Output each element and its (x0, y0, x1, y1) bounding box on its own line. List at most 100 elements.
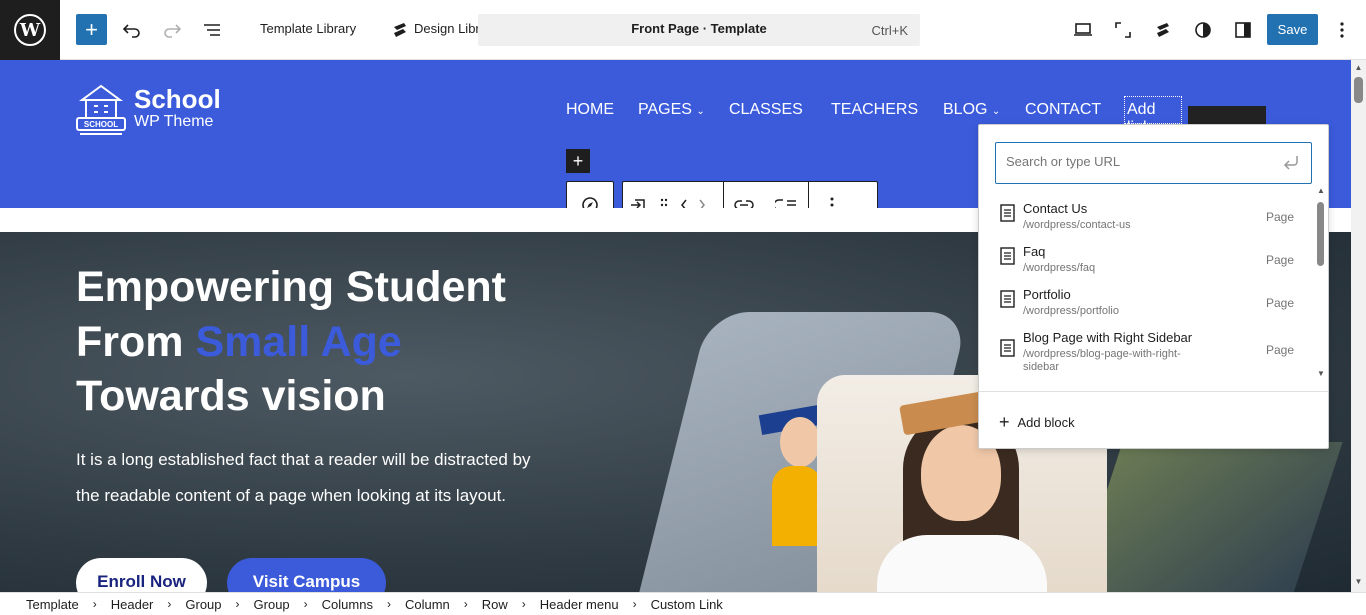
suggestion-url: /wordpress/contact-us (1023, 219, 1131, 231)
breadcrumb-item[interactable]: Group (254, 597, 290, 612)
breadcrumb-item[interactable]: Template (26, 597, 79, 612)
hero-paragraph-line-2[interactable]: the readable content of a page when look… (76, 486, 506, 506)
suggestion-url: /wordpress/blog-page-with-right-sidebar (1023, 348, 1181, 374)
add-block-label: Add block (1017, 415, 1075, 430)
canvas-scrollbar-thumb[interactable] (1354, 77, 1363, 103)
site-title[interactable]: School (134, 84, 221, 115)
page-icon (1000, 290, 1015, 308)
breadcrumb-item[interactable]: Header (111, 597, 154, 612)
scroll-up-arrow-icon[interactable]: ▲ (1354, 63, 1363, 72)
scroll-down-arrow-icon[interactable]: ▼ (1317, 369, 1325, 378)
breadcrumb-chevron-icon: › (303, 597, 308, 611)
hero-heading-accent: Small Age (195, 318, 402, 366)
breadcrumb-item[interactable]: Header menu (540, 597, 619, 612)
enroll-now-button[interactable]: Enroll Now (76, 558, 207, 592)
nav-item-contact[interactable]: CONTACT (1025, 101, 1101, 119)
hero-heading-line-2[interactable]: From Small Age (76, 321, 402, 364)
wordpress-logo-button[interactable]: W (0, 0, 60, 60)
nav-label: TEACHERS (831, 101, 919, 118)
hero-heading-line-1[interactable]: Empowering Student (76, 266, 506, 309)
wordpress-icon: W (14, 14, 46, 46)
breadcrumb-chevron-icon: › (521, 597, 526, 611)
command-shortcut: Ctrl+K (871, 23, 908, 38)
breadcrumb-chevron-icon: › (167, 597, 172, 611)
document-overview-button[interactable] (198, 14, 226, 46)
suggestion-type: Page (1265, 296, 1294, 310)
submit-enter-icon[interactable] (1281, 153, 1301, 173)
sidebar-icon (1235, 22, 1251, 38)
canvas-scrollbar[interactable] (1351, 60, 1366, 592)
nav-label: CONTACT (1025, 101, 1102, 118)
chevron-down-icon: ⌄ (991, 106, 1001, 117)
page-icon (1000, 247, 1015, 265)
nav-item-teachers[interactable]: TEACHERS (831, 101, 918, 119)
scroll-down-arrow-icon[interactable]: ▼ (1354, 577, 1363, 586)
template-library-link[interactable]: Template Library (260, 21, 356, 36)
breadcrumb-item[interactable]: Column (405, 597, 450, 612)
hero-heading-line-3[interactable]: Towards vision (76, 375, 386, 418)
settings-sidebar-button[interactable] (1230, 14, 1256, 46)
nav-item-home[interactable]: HOME (566, 101, 614, 119)
styles-button[interactable] (1190, 14, 1216, 46)
link-search-input[interactable] (1006, 154, 1266, 169)
more-vertical-icon (1340, 22, 1344, 38)
expand-icon (1115, 22, 1131, 38)
girl-shirt-image (877, 535, 1047, 592)
breadcrumb-item[interactable]: Columns (322, 597, 373, 612)
add-block-button[interactable]: + (76, 14, 107, 45)
stackable-icon (1157, 23, 1169, 37)
popover-scrollbar-thumb[interactable] (1317, 202, 1324, 266)
redo-icon (164, 24, 182, 38)
command-palette-bar[interactable]: Front Page · Template Ctrl+K (478, 14, 920, 46)
nav-label: CLASSES (729, 101, 803, 118)
link-search-field[interactable] (995, 142, 1312, 184)
suggestion-title: Portfolio (1023, 287, 1071, 302)
suggestion-item[interactable]: Contact Us /wordpress/contact-us Page (979, 194, 1314, 234)
plus-icon: + (999, 412, 1010, 432)
suggestion-type: Page (1265, 343, 1294, 357)
suggestion-url: /wordpress/faq (1023, 262, 1096, 274)
redo-button[interactable] (158, 14, 186, 46)
nav-label: PAGES (638, 101, 692, 118)
scroll-up-arrow-icon[interactable]: ▲ (1317, 186, 1325, 195)
nav-item-classes[interactable]: CLASSES (729, 101, 803, 119)
link-control-popover: Contact Us /wordpress/contact-us Page Fa… (978, 124, 1329, 449)
breadcrumb-chevron-icon: › (92, 597, 97, 611)
school-logo-icon: SCHOOL (76, 84, 126, 135)
hero-paragraph-line-1[interactable]: It is a long established fact that a rea… (76, 450, 531, 470)
suggestion-type: Page (1265, 210, 1294, 224)
nav-item-pages[interactable]: PAGES ⌄ (638, 101, 705, 119)
suggestion-item[interactable]: Portfolio /wordpress/portfolio Page (979, 280, 1314, 320)
undo-icon (122, 24, 140, 38)
suggestion-item[interactable]: Faq /wordpress/faq Page (979, 237, 1314, 277)
popover-divider (979, 391, 1328, 392)
nav-label: HOME (566, 101, 614, 118)
breadcrumb-chevron-icon: › (386, 597, 391, 611)
breadcrumb-item[interactable]: Group (185, 597, 221, 612)
inserter-button[interactable]: + (566, 149, 590, 173)
undo-button[interactable] (118, 14, 146, 46)
breadcrumb-chevron-icon: › (463, 597, 468, 611)
editor-toolbar: W + Template Library Design Library Fron… (0, 0, 1366, 60)
visit-campus-button[interactable]: Visit Campus (227, 558, 386, 592)
fullscreen-button[interactable] (1110, 14, 1136, 46)
page-icon (1000, 204, 1015, 222)
chevron-down-icon: ⌄ (696, 106, 705, 117)
save-button[interactable]: Save (1267, 14, 1318, 45)
stackable-settings-button[interactable] (1150, 14, 1176, 46)
design-library-logo (388, 14, 412, 46)
breadcrumb-item[interactable]: Custom Link (651, 597, 723, 612)
suggestion-url: /wordpress/portfolio (1023, 305, 1119, 317)
page-icon (1000, 339, 1015, 357)
suggestion-title: Faq (1023, 244, 1046, 259)
add-link-item[interactable]: Add link (1124, 96, 1182, 136)
laptop-icon (1074, 23, 1092, 36)
add-block-option[interactable]: + Add block (999, 412, 1075, 433)
options-button[interactable] (1330, 14, 1354, 46)
contrast-icon (1195, 22, 1211, 38)
nav-item-blog[interactable]: BLOG ⌄ (943, 101, 1000, 119)
suggestion-item[interactable]: Blog Page with Right Sidebar /wordpress/… (979, 323, 1314, 373)
device-preview-button[interactable] (1070, 14, 1096, 46)
link-suggestions-list: Contact Us /wordpress/contact-us Page Fa… (979, 191, 1328, 381)
breadcrumb-item[interactable]: Row (482, 597, 508, 612)
